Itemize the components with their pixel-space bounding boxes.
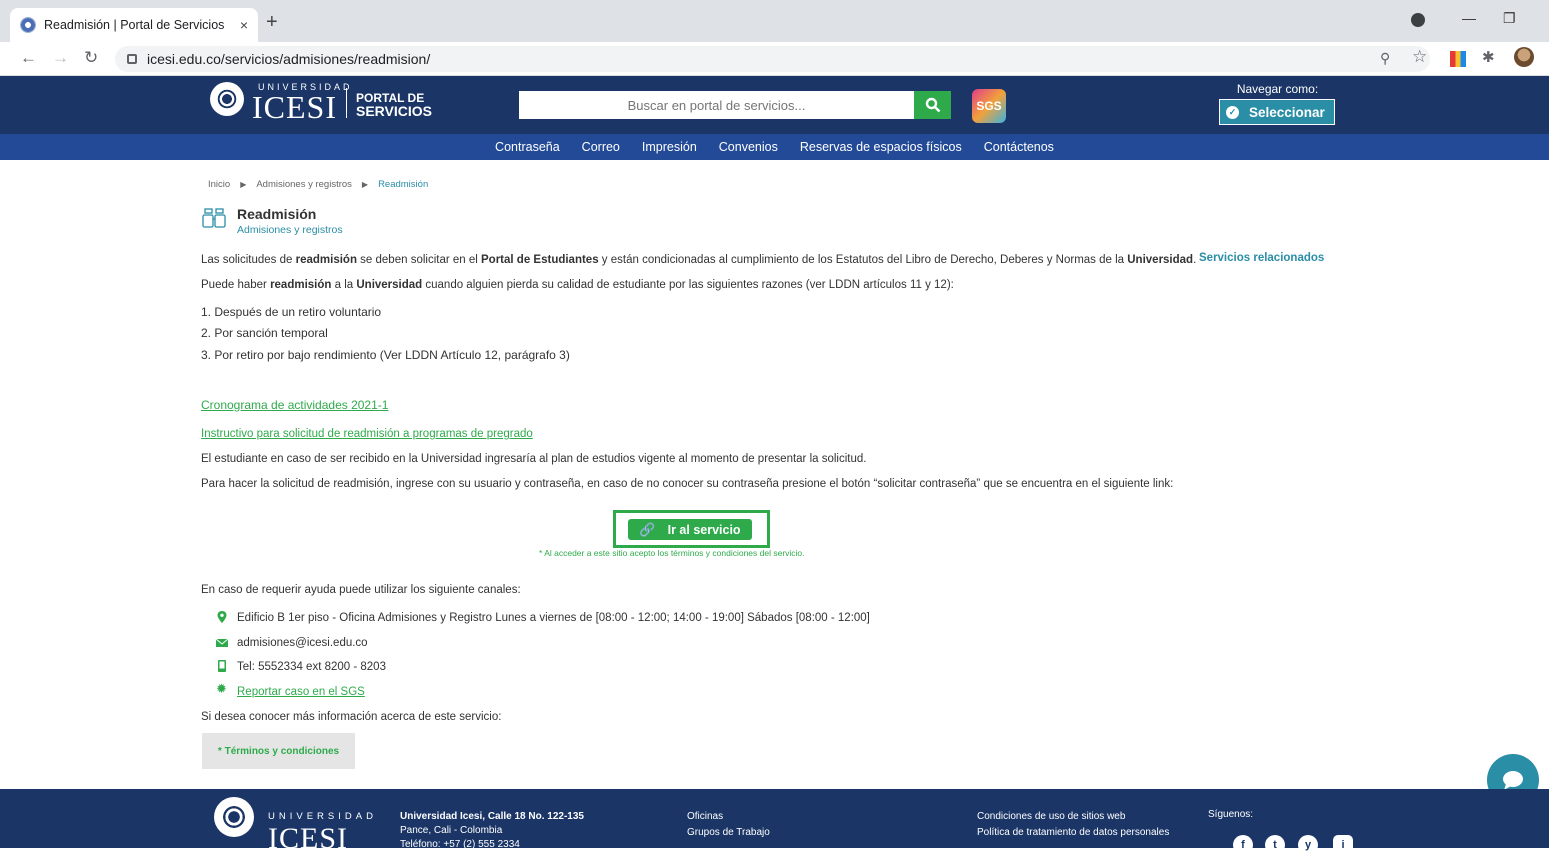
reasons-paragraph: Puede haber readmisión a la Universidad … bbox=[201, 279, 954, 291]
footer-universidad: UNIVERSIDAD bbox=[268, 811, 377, 822]
phone-icon bbox=[218, 660, 226, 672]
browser-tab-bar: Readmisión | Portal de Servicios × + — ❐ bbox=[0, 0, 1549, 42]
site-nav: Contraseña Correo Impresión Convenios Re… bbox=[0, 134, 1549, 160]
page-title: Readmisión bbox=[237, 206, 317, 222]
user-avatar[interactable] bbox=[1514, 47, 1534, 67]
gear-icon: ✹ bbox=[216, 681, 227, 696]
phone-text: Tel: 5552334 ext 8200 - 8203 bbox=[237, 661, 386, 673]
nav-contactenos[interactable]: Contáctenos bbox=[984, 140, 1054, 154]
browser-profile-icon[interactable] bbox=[1411, 13, 1425, 27]
footer-link-condiciones[interactable]: Condiciones de uso de sitios web bbox=[977, 810, 1125, 824]
location-text: Edificio B 1er piso - Oficina Admisiones… bbox=[237, 612, 870, 624]
sgs-button[interactable]: SGS bbox=[972, 89, 1006, 123]
icesi-emblem-icon bbox=[210, 82, 244, 116]
location-pin-icon bbox=[217, 611, 227, 623]
navegar-como-label: Navegar como: bbox=[1236, 82, 1319, 96]
breadcrumb-arrow-icon: ▶ bbox=[240, 180, 247, 189]
browser-address-bar: ← → ↻ icesi.edu.co/servicios/admisiones/… bbox=[0, 42, 1549, 76]
logo-icesi: ICESI bbox=[252, 89, 337, 125]
list-item: 3. Por retiro por bajo rendimiento (Ver … bbox=[201, 348, 570, 362]
intro-paragraph: Las solicitudes de readmisión se deben s… bbox=[201, 254, 1197, 266]
footer-address-3: Teléfono: +57 (2) 555 2334 bbox=[400, 839, 520, 850]
search-icon bbox=[925, 97, 940, 113]
tab-close-icon[interactable]: × bbox=[240, 17, 248, 33]
check-icon: ✓ bbox=[1226, 105, 1239, 119]
terms-note: * Al acceder a este sitio acepto los tér… bbox=[539, 548, 805, 558]
link-icon: 🔗 bbox=[639, 521, 656, 537]
footer-link-grupos[interactable]: Grupos de Trabajo bbox=[687, 826, 770, 840]
instructivo-link[interactable]: Instructivo para solicitud de readmisión… bbox=[201, 428, 533, 440]
ir-al-servicio-button[interactable]: 🔗 Ir al servicio bbox=[628, 519, 752, 540]
facebook-icon[interactable]: f bbox=[1233, 835, 1253, 855]
breadcrumb-current: Readmisión bbox=[378, 179, 429, 190]
servicios-relacionados-link[interactable]: Servicios relacionados bbox=[1199, 252, 1324, 264]
bookmark-star-icon[interactable]: ☆ bbox=[1412, 47, 1427, 67]
url-field[interactable]: icesi.edu.co/servicios/admisiones/readmi… bbox=[115, 46, 1430, 72]
extensions-puzzle-icon[interactable]: ✱ bbox=[1482, 48, 1495, 66]
footer-link-politica[interactable]: Política de tratamiento de datos persona… bbox=[977, 826, 1169, 840]
list-item: 2. Por sanción temporal bbox=[201, 326, 328, 340]
nav-impresion[interactable]: Impresión bbox=[642, 140, 697, 154]
email-text: admisiones@icesi.edu.co bbox=[237, 637, 368, 649]
new-tab-button[interactable]: + bbox=[266, 12, 278, 32]
restore-icon[interactable]: ❐ bbox=[1503, 10, 1516, 27]
footer-link-oficinas[interactable]: Oficinas bbox=[687, 810, 723, 824]
cronograma-link[interactable]: Cronograma de actividades 2021-1 bbox=[201, 398, 388, 412]
logo-portal-line-2: SERVICIOS bbox=[356, 103, 432, 119]
mail-icon bbox=[216, 638, 228, 647]
instagram-icon[interactable]: i bbox=[1333, 835, 1353, 855]
footer-icesi: ICESI bbox=[268, 822, 348, 855]
lock-icon bbox=[127, 54, 137, 64]
forward-icon[interactable]: → bbox=[52, 48, 69, 68]
seleccionar-label: Seleccionar bbox=[1249, 104, 1325, 120]
nav-contrasena[interactable]: Contraseña bbox=[495, 140, 560, 154]
nav-correo[interactable]: Correo bbox=[582, 140, 620, 154]
plan-paragraph: El estudiante en caso de ser recibido en… bbox=[201, 453, 867, 465]
help-paragraph: En caso de requerir ayuda puede utilizar… bbox=[201, 584, 521, 596]
nav-reservas[interactable]: Reservas de espacios físicos bbox=[800, 140, 962, 154]
footer-address-1: Universidad Icesi, Calle 18 No. 122-135 bbox=[400, 811, 584, 822]
extension-icon[interactable] bbox=[1450, 51, 1466, 67]
seleccionar-button[interactable]: ✓ Seleccionar bbox=[1219, 99, 1335, 125]
binoculars-icon bbox=[202, 208, 226, 228]
more-info-paragraph: Si desea conocer más información acerca … bbox=[201, 711, 502, 723]
back-icon[interactable]: ← bbox=[20, 48, 37, 68]
footer-emblem-icon bbox=[214, 797, 254, 837]
browser-tab[interactable]: Readmisión | Portal de Servicios × bbox=[10, 8, 258, 42]
logo-divider bbox=[346, 88, 347, 118]
list-item: 1. Después de un retiro voluntario bbox=[201, 305, 382, 319]
breadcrumb-section[interactable]: Admisiones y registros bbox=[256, 179, 352, 190]
tab-title: Readmisión | Portal de Servicios bbox=[44, 18, 225, 32]
nav-convenios[interactable]: Convenios bbox=[719, 140, 778, 154]
breadcrumb: Inicio ▶ Admisiones y registros ▶ Readmi… bbox=[208, 179, 428, 190]
zoom-icon[interactable]: ⚲ bbox=[1380, 50, 1390, 67]
breadcrumb-home[interactable]: Inicio bbox=[208, 179, 230, 190]
ir-al-servicio-label: Ir al servicio bbox=[667, 522, 741, 537]
twitter-icon[interactable]: t bbox=[1265, 835, 1285, 855]
site-favicon-icon bbox=[20, 17, 36, 33]
terminos-button[interactable]: * Términos y condiciones bbox=[202, 733, 355, 769]
youtube-icon[interactable]: y bbox=[1298, 835, 1318, 855]
url-text: icesi.edu.co/servicios/admisiones/readmi… bbox=[147, 51, 431, 67]
reload-icon[interactable]: ↻ bbox=[84, 48, 98, 68]
search-input[interactable] bbox=[519, 91, 914, 119]
breadcrumb-arrow-icon: ▶ bbox=[361, 180, 369, 189]
chat-icon bbox=[1503, 771, 1523, 790]
page-subtitle: Admisiones y registros bbox=[237, 224, 343, 236]
footer-address-2: Pance, Cali - Colombia bbox=[400, 825, 503, 836]
search-button[interactable] bbox=[914, 91, 951, 119]
minimize-icon[interactable]: — bbox=[1462, 10, 1476, 26]
reportar-sgs-link[interactable]: Reportar caso en el SGS bbox=[237, 686, 365, 698]
siguenos-label: Síguenos: bbox=[1208, 809, 1254, 820]
login-paragraph: Para hacer la solicitud de readmisión, i… bbox=[201, 478, 1174, 490]
